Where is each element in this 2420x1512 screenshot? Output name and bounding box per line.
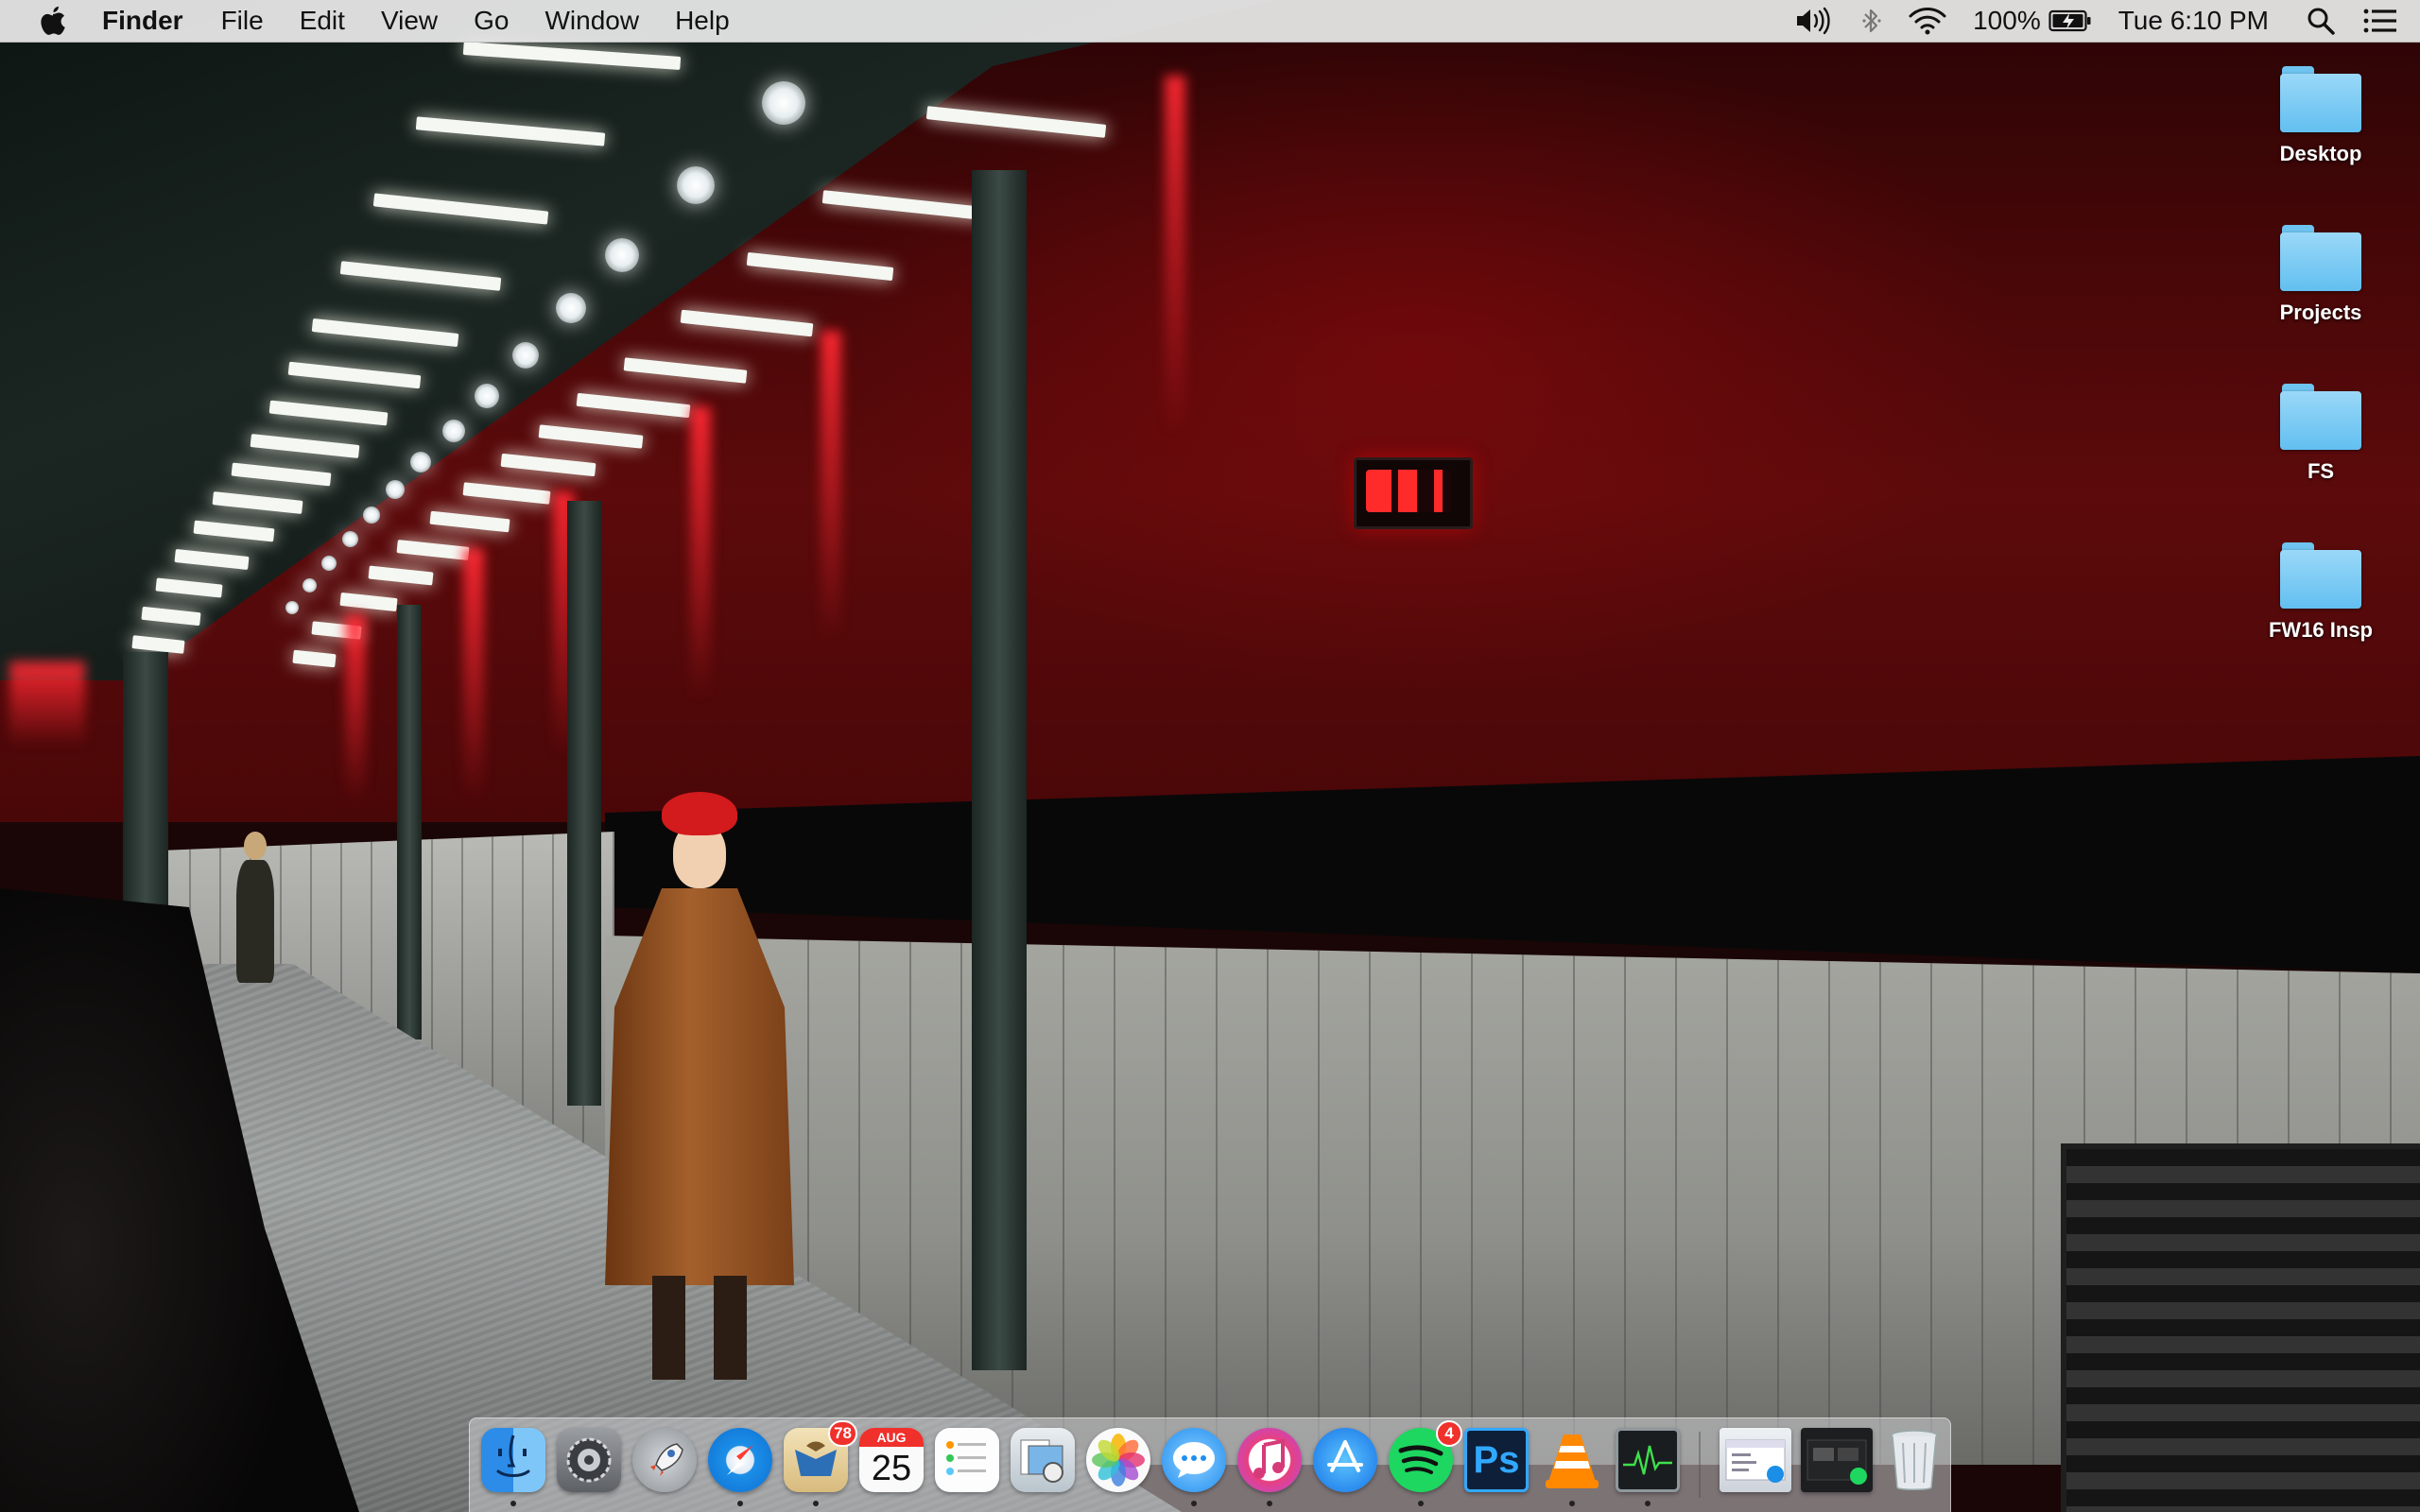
- running-indicator: [1645, 1501, 1651, 1506]
- desktop-icon-label: FS: [2307, 459, 2335, 483]
- dock-separator: [1699, 1432, 1701, 1498]
- calendar-day: 25: [871, 1449, 912, 1488]
- volume-icon[interactable]: [1795, 7, 1835, 35]
- folder-icon: [2280, 384, 2361, 450]
- trash-icon[interactable]: [1882, 1428, 1946, 1492]
- desktop-folder-projects[interactable]: Projects: [2236, 225, 2406, 325]
- launchpad-icon[interactable]: [632, 1428, 697, 1492]
- menu-edit[interactable]: Edit: [300, 6, 345, 36]
- bluetooth-icon[interactable]: [1861, 7, 1882, 35]
- photos-icon[interactable]: [1086, 1428, 1150, 1492]
- folder-icon: [2280, 542, 2361, 609]
- menu-app-name[interactable]: Finder: [102, 6, 183, 36]
- running-indicator: [1569, 1501, 1575, 1506]
- running-indicator: [813, 1501, 819, 1506]
- desktop-icon-label: Projects: [2279, 301, 2362, 324]
- mail-icon[interactable]: 78: [784, 1420, 857, 1492]
- menu-clock[interactable]: Tue 6:10 PM: [2118, 6, 2269, 36]
- running-indicator: [737, 1501, 743, 1506]
- exit-sign: [1354, 457, 1473, 529]
- reminders-icon[interactable]: [935, 1428, 999, 1492]
- desktop-folder-desktop[interactable]: Desktop: [2236, 66, 2406, 166]
- photoshop-label: Ps: [1473, 1438, 1520, 1481]
- folder-icon: [2280, 225, 2361, 291]
- preview-icon[interactable]: [1011, 1428, 1075, 1492]
- menu-help[interactable]: Help: [675, 6, 730, 36]
- desktop-folder-fs[interactable]: FS: [2236, 384, 2406, 484]
- wifi-icon[interactable]: [1909, 7, 1946, 35]
- running-indicator: [1267, 1501, 1272, 1506]
- apple-menu-icon[interactable]: [38, 5, 68, 37]
- battery-percent[interactable]: 100%: [1973, 6, 2041, 36]
- calendar-month: AUG: [859, 1428, 924, 1447]
- desktop: Finder File Edit View Go Window Help 100…: [0, 0, 2420, 1512]
- menu-go[interactable]: Go: [474, 6, 509, 36]
- desktop-icon-label: FW16 Insp: [2268, 618, 2373, 642]
- vlc-icon[interactable]: [1540, 1428, 1604, 1492]
- system-preferences-icon[interactable]: [557, 1428, 621, 1492]
- activity-monitor-icon[interactable]: [1616, 1428, 1680, 1492]
- folder-icon: [2280, 66, 2361, 132]
- notification-center-icon[interactable]: [2363, 8, 2397, 34]
- finder-icon[interactable]: [481, 1428, 545, 1492]
- menu-view[interactable]: View: [381, 6, 438, 36]
- running-indicator: [510, 1501, 516, 1506]
- mail-badge: 78: [828, 1420, 857, 1447]
- desktop-icon-label: Desktop: [2279, 142, 2362, 165]
- messages-icon[interactable]: [1162, 1428, 1226, 1492]
- app-store-icon[interactable]: [1313, 1428, 1377, 1492]
- spotlight-search-icon[interactable]: [2307, 7, 2335, 35]
- dock: 78 AUG 25 4 Ps: [469, 1418, 1951, 1512]
- itunes-icon[interactable]: [1237, 1428, 1302, 1492]
- calendar-icon[interactable]: AUG 25: [859, 1428, 924, 1492]
- menu-bar: Finder File Edit View Go Window Help 100…: [0, 0, 2420, 43]
- battery-charging-icon[interactable]: [2048, 9, 2092, 33]
- spotify-icon[interactable]: 4: [1389, 1420, 1462, 1492]
- spotify-badge: 4: [1436, 1420, 1462, 1447]
- desktop-folder-fw16-insp[interactable]: FW16 Insp: [2236, 542, 2406, 643]
- photoshop-icon[interactable]: Ps: [1464, 1428, 1529, 1492]
- minimized-window-spotify-icon[interactable]: [1801, 1428, 1873, 1492]
- running-indicator: [1191, 1501, 1197, 1506]
- menu-window[interactable]: Window: [544, 6, 639, 36]
- menu-file[interactable]: File: [221, 6, 264, 36]
- running-indicator: [1418, 1501, 1424, 1506]
- safari-icon[interactable]: [708, 1428, 772, 1492]
- minimized-window-finder-icon[interactable]: [1720, 1428, 1791, 1492]
